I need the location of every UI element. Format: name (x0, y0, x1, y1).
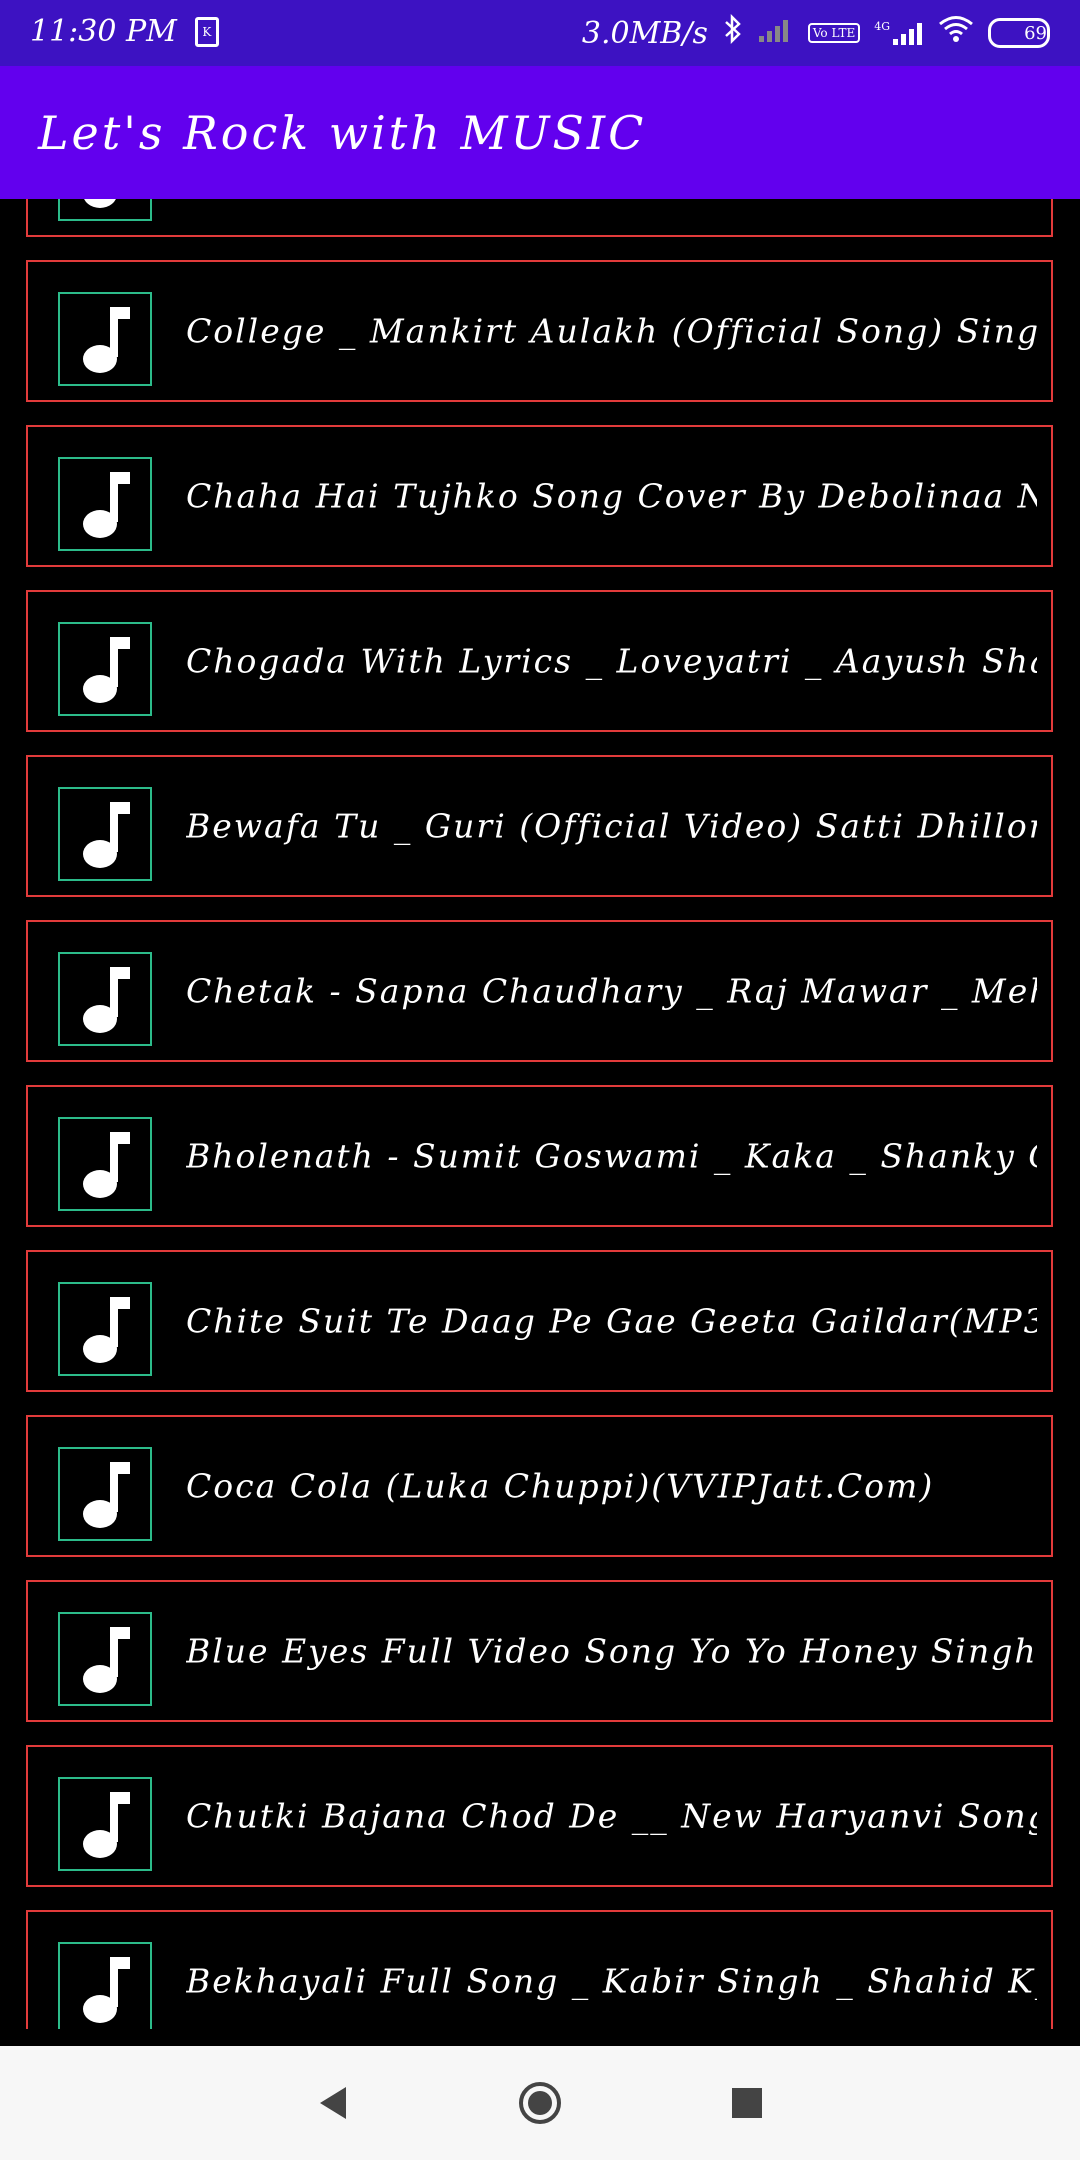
bluetooth-icon (722, 13, 744, 52)
sim-icon-label: K (202, 24, 212, 39)
song-thumbnail (58, 1942, 152, 2029)
song-thumbnail (58, 457, 152, 551)
back-button[interactable] (303, 2073, 363, 2133)
song-title: Bewafa Tu _ Guri (Official Video) Satti … (186, 806, 1037, 846)
song-thumbnail (58, 1612, 152, 1706)
song-row[interactable]: Chutki Bajana Chod De __ New Haryanvi So… (26, 1745, 1053, 1887)
song-title: Chutki Bajana Chod De __ New Haryanvi So… (186, 1796, 1037, 1836)
song-thumbnail (58, 787, 152, 881)
signal-icon (758, 16, 794, 51)
music-note-icon (83, 802, 130, 868)
song-row[interactable]: Chite Suit Te Daag Pe Gae Geeta Gaildar(… (26, 1250, 1053, 1392)
song-row[interactable]: Chaha Hai Tujhko Song Cover By Debolinaa… (26, 425, 1053, 567)
song-title: Chite Suit Te Daag Pe Gae Geeta Gaildar(… (186, 1301, 1037, 1341)
song-thumbnail (58, 292, 152, 386)
status-left: 11:30 PM K (30, 14, 219, 49)
app-bar: Let's Rock with MUSIC (0, 66, 1080, 199)
music-note-icon (83, 472, 130, 538)
home-icon (518, 2082, 561, 2124)
song-title: Chetak - Sapna Chaudhary _ Raj Mawar _ M… (186, 971, 1037, 1011)
song-title: Chaha Hai Tujhko Song Cover By Debolinaa… (186, 476, 1037, 516)
status-right: 3.0MB/s Vo LTE 4G 69 (581, 13, 1050, 52)
status-bar: 11:30 PM K 3.0MB/s Vo LTE 4G 69 (0, 0, 1080, 66)
music-note-icon (84, 199, 116, 208)
music-note-icon (83, 1132, 130, 1198)
music-note-icon (83, 1957, 130, 2023)
song-thumbnail (58, 622, 152, 716)
recents-icon (731, 2088, 762, 2118)
app-title: Let's Rock with MUSIC (38, 105, 647, 160)
song-title: College _ Mankirt Aulakh (Official Song)… (186, 311, 1037, 351)
song-row[interactable]: Chetak - Sapna Chaudhary _ Raj Mawar _ M… (26, 920, 1053, 1062)
music-note-icon (83, 637, 130, 703)
wifi-icon (938, 15, 974, 51)
net-speed: 3.0MB/s (581, 15, 708, 51)
song-row[interactable]: College _ Mankirt Aulakh (Official Song)… (26, 260, 1053, 402)
song-title: Chogada With Lyrics _ Loveyatri _ Aayush… (186, 641, 1037, 681)
song-title: Coca Cola (Luka Chuppi)(VVIPJatt.Com) (186, 1466, 935, 1506)
network-label: 4G (874, 20, 890, 33)
music-note-icon (83, 1627, 130, 1693)
battery-level: 69 (1024, 22, 1047, 44)
song-list[interactable]: College _ Mankirt Aulakh (Official Song)… (0, 199, 1080, 2029)
song-row[interactable]: Bholenath - Sumit Goswami _ Kaka _ Shank… (26, 1085, 1053, 1227)
song-thumbnail (58, 1117, 152, 1211)
home-button[interactable] (510, 2073, 570, 2133)
battery-icon: 69 (988, 18, 1050, 48)
volte-icon: Vo LTE (807, 23, 861, 43)
song-row[interactable]: Coca Cola (Luka Chuppi)(VVIPJatt.Com) (26, 1415, 1053, 1557)
back-icon (320, 2087, 347, 2119)
song-thumbnail (58, 1447, 152, 1541)
music-note-icon (83, 307, 130, 373)
music-note-icon (83, 967, 130, 1033)
song-thumbnail (58, 199, 152, 221)
status-time: 11:30 PM (30, 14, 177, 49)
song-row[interactable]: Blue Eyes Full Video Song Yo Yo Honey Si… (26, 1580, 1053, 1722)
music-note-icon (83, 1297, 130, 1363)
song-title: Bholenath - Sumit Goswami _ Kaka _ Shank… (186, 1136, 1037, 1176)
music-note-icon (83, 1462, 130, 1528)
song-thumbnail (58, 1282, 152, 1376)
sim-icon: K (194, 16, 219, 47)
song-thumbnail (58, 952, 152, 1046)
song-row[interactable]: Bekhayali Full Song _ Kabir Singh _ Shah… (26, 1910, 1053, 2029)
song-title: Bekhayali Full Song _ Kabir Singh _ Shah… (186, 1961, 1037, 2001)
recents-button[interactable] (717, 2073, 777, 2133)
music-note-icon (83, 1792, 130, 1858)
song-title: Blue Eyes Full Video Song Yo Yo Honey Si… (186, 1631, 1037, 1671)
navigation-bar (0, 2046, 1080, 2160)
signal-4g-icon: 4G (874, 20, 924, 46)
song-row[interactable] (26, 199, 1053, 237)
song-thumbnail (58, 1777, 152, 1871)
song-row[interactable]: Chogada With Lyrics _ Loveyatri _ Aayush… (26, 590, 1053, 732)
song-row[interactable]: Bewafa Tu _ Guri (Official Video) Satti … (26, 755, 1053, 897)
